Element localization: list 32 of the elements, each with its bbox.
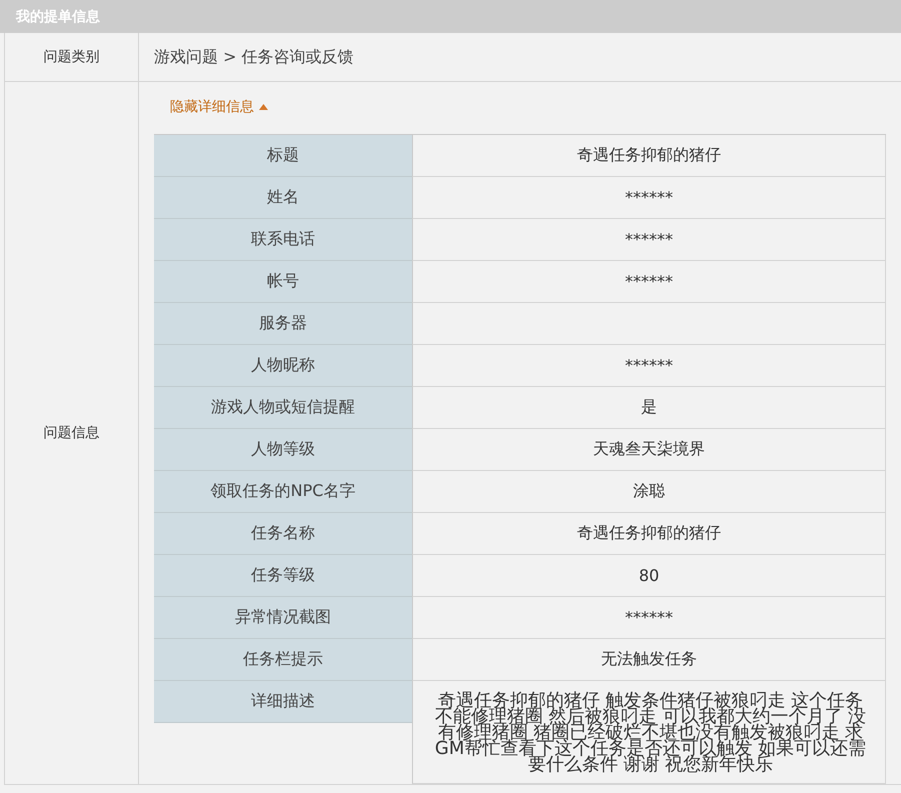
field-value: 是 bbox=[412, 387, 886, 429]
field-label: 游戏人物或短信提醒 bbox=[154, 387, 412, 429]
field-value: ****** bbox=[412, 219, 886, 261]
field-label: 领取任务的NPC名字 bbox=[154, 471, 412, 513]
field-value: 天魂叁天柒境界 bbox=[412, 429, 886, 471]
field-value: ****** bbox=[412, 261, 886, 303]
field-value: 无法触发任务 bbox=[412, 639, 886, 681]
description-text: 奇遇任务抑郁的猪仔 触发条件猪仔被狼叼走 这个任务不能修理猪圈 然后被狼叼走 可以我都大约一个月了 没有修理猪圈 猪圈已经破烂不堪也没有触发被狼叼走 求GM帮忙查看下这个任务是否还可以触发 如果可以还需要什么条件 谢谢 祝您新年快乐 bbox=[434, 693, 867, 773]
field-label: 联系电话 bbox=[154, 219, 412, 261]
field-value: 奇遇任务抑郁的猪仔 bbox=[412, 135, 886, 177]
field-value: 涂聪 bbox=[412, 471, 886, 513]
field-label: 任务栏提示 bbox=[154, 639, 412, 681]
field-label: 帐号 bbox=[154, 261, 412, 303]
field-value: ****** bbox=[412, 345, 886, 387]
field-label: 服务器 bbox=[154, 303, 412, 345]
field-value: 80 bbox=[412, 555, 886, 597]
field-label: 任务名称 bbox=[154, 513, 412, 555]
field-label: 异常情况截图 bbox=[154, 597, 412, 639]
category-label: 问题类别 bbox=[44, 48, 100, 66]
field-label: 标题 bbox=[154, 135, 412, 177]
field-label: 人物等级 bbox=[154, 429, 412, 471]
category-value: 游戏问题 > 任务咨询或反馈 bbox=[154, 46, 354, 68]
toggle-link[interactable]: 隐藏详细信息 bbox=[170, 98, 268, 116]
info-label: 问题信息 bbox=[44, 424, 100, 442]
field-label: 人物昵称 bbox=[154, 345, 412, 387]
field-label: 任务等级 bbox=[154, 555, 412, 597]
field-value: 奇遇任务抑郁的猪仔 bbox=[412, 513, 886, 555]
caret-icon bbox=[259, 104, 268, 110]
field-label: 姓名 bbox=[154, 177, 412, 219]
field-label: 详细描述 bbox=[154, 681, 412, 723]
field-value: ****** bbox=[412, 597, 886, 639]
field-value: ****** bbox=[412, 177, 886, 219]
